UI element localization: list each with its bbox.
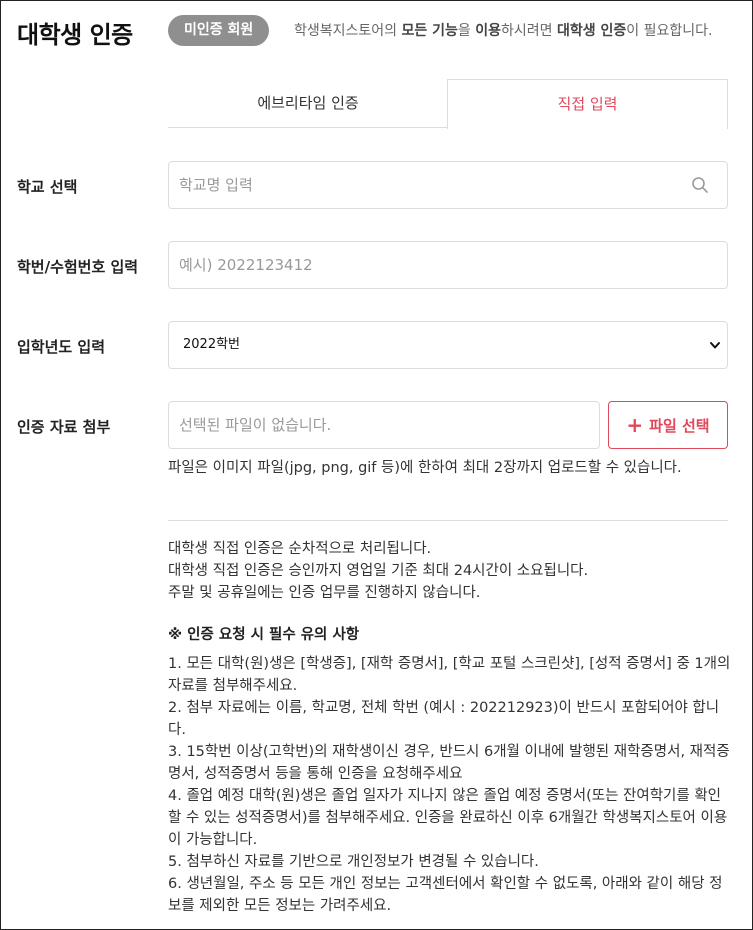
notice-emphasis: 모든 기능	[401, 23, 458, 39]
select-file-label: 파일 선택	[649, 417, 710, 435]
attachment-label: 인증 자료 첨부	[17, 418, 111, 436]
info-line: 주말 및 공휴일에는 인증 업무를 진행하지 않습니다.	[168, 585, 481, 601]
chevron-down-icon	[710, 342, 720, 349]
info-line: 대학생 직접 인증은 순차적으로 처리됩니다.	[168, 541, 432, 557]
file-name-field: 선택된 파일이 없습니다.	[168, 401, 600, 449]
notice-text: 하시려면	[501, 23, 557, 39]
search-icon[interactable]	[691, 176, 709, 194]
student-id-placeholder: 예시) 2022123412	[179, 256, 313, 274]
page-title: 대학생 인증	[17, 21, 133, 49]
warning-item: 5. 첨부하신 자료를 기반으로 개인정보가 변경될 수 있습니다.	[168, 854, 539, 870]
tab-direct-input[interactable]: 직접 입력	[447, 79, 728, 129]
notice-emphasis: 대학생 인증	[557, 23, 627, 39]
school-placeholder: 학교명 입력	[179, 176, 253, 194]
school-search-input[interactable]: 학교명 입력	[168, 161, 728, 209]
info-line: 대학생 직접 인증은 승인까지 영업일 기준 최대 24시간이 소요됩니다.	[168, 563, 589, 579]
divider	[168, 520, 728, 521]
admission-year-label: 입학년도 입력	[17, 338, 106, 356]
school-label: 학교 선택	[17, 178, 78, 196]
warning-item: 3. 15학번 이상(고학번)의 재학생이신 경우, 반드시 6개월 이내에 발…	[168, 744, 730, 782]
notice-text: 이 필요합니다.	[626, 23, 713, 39]
notice-emphasis: 이용	[475, 23, 502, 39]
process-info: 대학생 직접 인증은 순차적으로 처리됩니다. 대학생 직접 인증은 승인까지 …	[168, 538, 734, 604]
select-file-button[interactable]: + 파일 선택	[608, 401, 728, 449]
student-id-label: 학번/수험번호 입력	[17, 258, 139, 276]
verification-notice: 학생복지스토어의 모든 기능을 이용하시려면 대학생 인증이 필요합니다.	[168, 19, 738, 43]
verification-panel: 대학생 인증 미인증 회원 학생복지스토어의 모든 기능을 이용하시려면 대학생…	[0, 0, 753, 930]
file-placeholder: 선택된 파일이 없습니다.	[179, 416, 332, 434]
warning-title: ※ 인증 요청 시 필수 유의 사항	[168, 627, 360, 643]
warning-item: 6. 생년월일, 주소 등 모든 개인 정보는 고객센터에서 확인할 수 없도록…	[168, 876, 723, 914]
admission-year-select[interactable]: 2022학번	[168, 321, 728, 369]
file-helper-text: 파일은 이미지 파일(jpg, png, gif 등)에 한하여 최대 2장까지…	[168, 460, 682, 476]
student-id-input[interactable]: 예시) 2022123412	[168, 241, 728, 289]
warning-item: 2. 첨부 자료에는 이름, 학교명, 전체 학번 (예시 : 20221292…	[168, 700, 720, 738]
verification-tabs: 에브리타임 인증 직접 입력	[168, 79, 728, 129]
admission-year-value: 2022학번	[183, 337, 241, 352]
tab-everytime[interactable]: 에브리타임 인증	[168, 79, 448, 128]
warning-item: 1. 모든 대학(원)생은 [학생증], [재학 증명서], [학교 포털 스크…	[168, 656, 731, 694]
plus-icon: +	[626, 413, 644, 437]
warning-item: 4. 졸업 예정 대학(원)생은 졸업 일자가 지나지 않은 졸업 예정 증명서…	[168, 788, 728, 848]
notice-text: 을	[457, 23, 476, 39]
notice-text: 학생복지스토어의	[294, 23, 402, 39]
warning-list: 1. 모든 대학(원)생은 [학생증], [재학 증명서], [학교 포털 스크…	[168, 653, 734, 917]
